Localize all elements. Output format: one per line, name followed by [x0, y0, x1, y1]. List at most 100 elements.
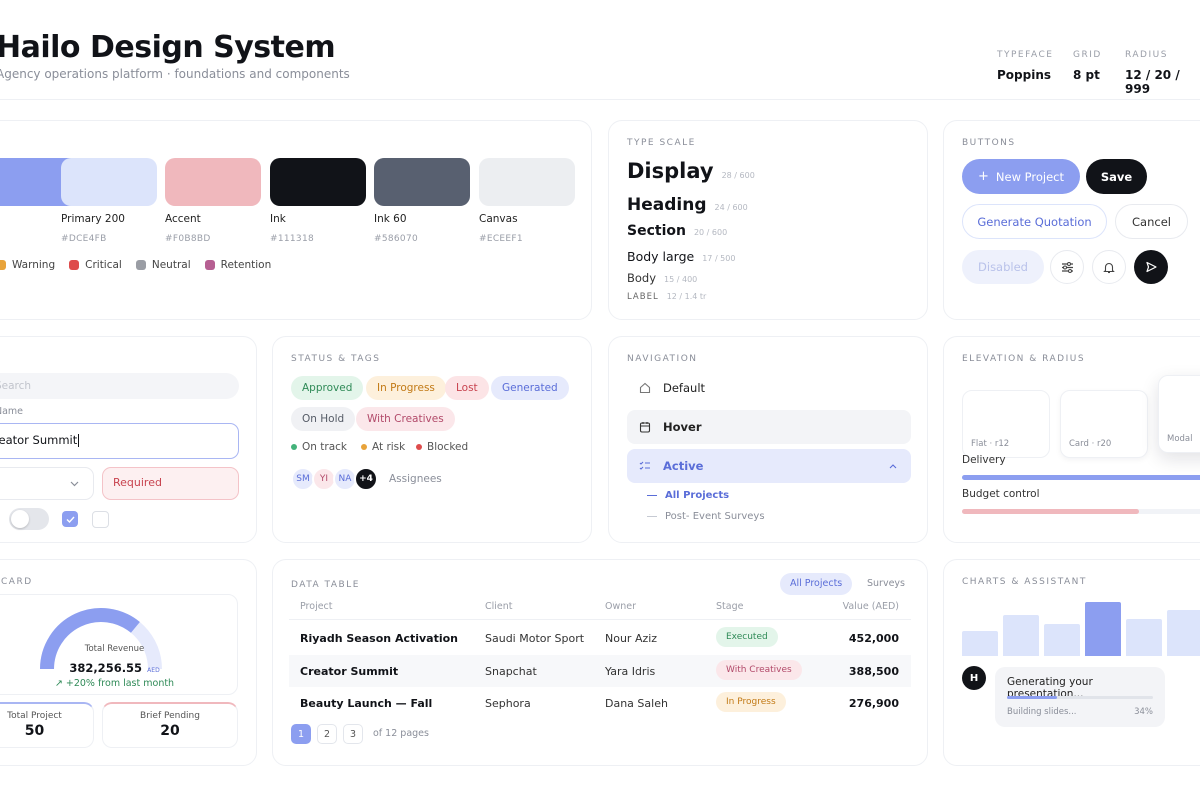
nav-item-default[interactable]: Default — [627, 371, 911, 405]
type-meta: 20 / 600 — [693, 228, 728, 237]
tab-surveys[interactable]: Surveys — [865, 573, 907, 595]
nav-item-hover[interactable]: Hover — [627, 410, 911, 444]
chart-bar — [1044, 623, 1080, 656]
elevation-flat: Flat · r12 — [962, 390, 1050, 458]
tag-label: On Hold — [302, 413, 345, 425]
assistant-message-bubble: Generating your presentation... Building… — [995, 667, 1165, 727]
page-header: Hailo Design System Agency operations pl… — [0, 0, 1200, 100]
section-label: ELEVATION & RADIUS — [962, 354, 1086, 364]
required-field[interactable]: Required — [102, 467, 239, 500]
save-button[interactable]: Save — [1086, 159, 1147, 194]
budget-progress — [962, 509, 1200, 514]
table-row[interactable]: Riyadh Season Activation Saudi Motor Spo… — [289, 622, 911, 654]
button-label: New Project — [995, 169, 1064, 184]
page-button-active[interactable]: 1 — [291, 724, 311, 744]
select-dropdown[interactable] — [0, 467, 94, 500]
elevation-label: Flat · r12 — [971, 439, 1010, 449]
gauge-delta: ↗ +20% from last month — [54, 678, 175, 689]
indicator-label: At risk — [372, 441, 406, 453]
legend-label: Neutral — [151, 259, 191, 271]
button-label: Save — [1100, 169, 1133, 184]
elevation-modal: Modal — [1158, 375, 1200, 453]
type-meta: 12 / 1.4 tr — [666, 292, 707, 301]
legend-dot — [69, 260, 80, 270]
table-divider — [289, 619, 911, 620]
section-label: NAVIGATION — [627, 354, 698, 364]
legend-item: Neutral — [135, 259, 191, 271]
page-button[interactable]: 3 — [343, 724, 363, 744]
name-field[interactable]: Creator Summit — [0, 423, 239, 459]
assistant-avatar: H — [962, 666, 986, 690]
swatch-name: Primary 200 — [61, 213, 125, 225]
section-label: BUTTONS — [962, 138, 1016, 148]
cell-client: Sephora — [485, 697, 531, 710]
indicator-label: On track — [302, 441, 347, 453]
section-label: CARD — [1, 577, 33, 587]
bell-icon — [1103, 262, 1115, 273]
tag-label: In Progress — [377, 382, 435, 394]
progress-label: Budget control — [962, 488, 1040, 500]
type-row-heading: Heading 24 / 600 — [627, 195, 748, 215]
name-field-value: Creator Summit — [0, 433, 78, 447]
indicator-label: Blocked — [427, 441, 469, 453]
home-icon — [639, 382, 651, 394]
meta-grid: GRID 8 pt — [1073, 50, 1102, 82]
checkbox-checked[interactable] — [62, 511, 78, 527]
column-header: Stage — [716, 601, 744, 612]
stat-label: Total Project — [7, 711, 62, 721]
type-row-section: Section 20 / 600 — [627, 223, 727, 239]
elevation-label: Card · r20 — [1069, 439, 1112, 449]
table-row[interactable]: Creator Summit Snapchat Yara Idris With … — [289, 655, 911, 687]
type-meta: 15 / 400 — [664, 275, 698, 284]
checkbox-unchecked[interactable] — [92, 511, 109, 528]
nav-subitem-all-projects[interactable]: All Projects — [647, 490, 729, 501]
cell-client: Snapchat — [485, 665, 537, 678]
cell-value: 276,900 — [848, 697, 899, 710]
nav-subitem-surveys[interactable]: Post- Event Surveys — [647, 511, 765, 522]
status-color-legend: ss Warning Critical Neutral Retention — [0, 259, 271, 271]
buttons-card: BUTTONS + New Project Save Generate Quot… — [943, 120, 1200, 320]
cell-project: Creator Summit — [300, 665, 399, 678]
type-meta: 28 / 600 — [721, 171, 755, 180]
stage-tag: In Progress — [716, 692, 786, 712]
type-name: Display — [627, 159, 714, 183]
disabled-button[interactable]: Disabled — [962, 250, 1044, 284]
page-button[interactable]: 2 — [317, 724, 337, 744]
notification-icon-button[interactable] — [1092, 250, 1126, 284]
page-title: Hailo Design System — [0, 30, 336, 65]
type-row-display: Display 28 / 600 — [627, 159, 755, 183]
swatch-canvas — [479, 158, 575, 206]
indicator-blocked: Blocked — [416, 441, 468, 453]
send-icon — [1146, 261, 1157, 273]
meta-value: 12 / 20 / 999 — [1125, 68, 1180, 96]
section-label: STATUS & TAGS — [291, 354, 381, 364]
gauge-title: Total Revenue — [84, 644, 145, 654]
table-row[interactable]: Beauty Launch — Fall Sephora Dana Saleh … — [289, 687, 911, 719]
nav-sub-line — [647, 516, 657, 517]
cell-value: 388,500 — [848, 665, 899, 678]
new-project-button[interactable]: + New Project — [962, 159, 1080, 194]
swatch-primary-200 — [61, 158, 157, 206]
filter-icon-button[interactable] — [1050, 250, 1084, 284]
send-icon-button[interactable] — [1134, 250, 1168, 284]
search-input[interactable]: Search — [0, 373, 239, 399]
nav-sub-label: Post- Event Surveys — [665, 511, 765, 522]
progress-fill — [962, 475, 1200, 480]
sliders-icon — [1061, 261, 1073, 273]
bar-chart — [962, 596, 1200, 656]
tab-all-projects[interactable]: All Projects — [780, 573, 853, 595]
nav-item-active[interactable]: Active — [627, 449, 911, 483]
gauge-unit: AED — [147, 667, 160, 674]
cancel-button[interactable]: Cancel — [1115, 204, 1188, 239]
generate-quotation-button[interactable]: Generate Quotation — [962, 204, 1107, 239]
indicator-on-track: On track — [291, 441, 347, 453]
chart-bar — [1003, 614, 1039, 656]
toggle-switch[interactable] — [9, 508, 49, 530]
type-meta: 17 / 500 — [702, 254, 736, 263]
tag-label: Approved — [302, 382, 353, 394]
swatch-hex: #586070 — [374, 234, 418, 244]
chart-bar — [1126, 618, 1162, 656]
avatar-overflow[interactable]: +4 — [354, 467, 378, 491]
list-check-icon — [639, 461, 650, 470]
type-row-body-large: Body large 17 / 500 — [627, 249, 735, 264]
